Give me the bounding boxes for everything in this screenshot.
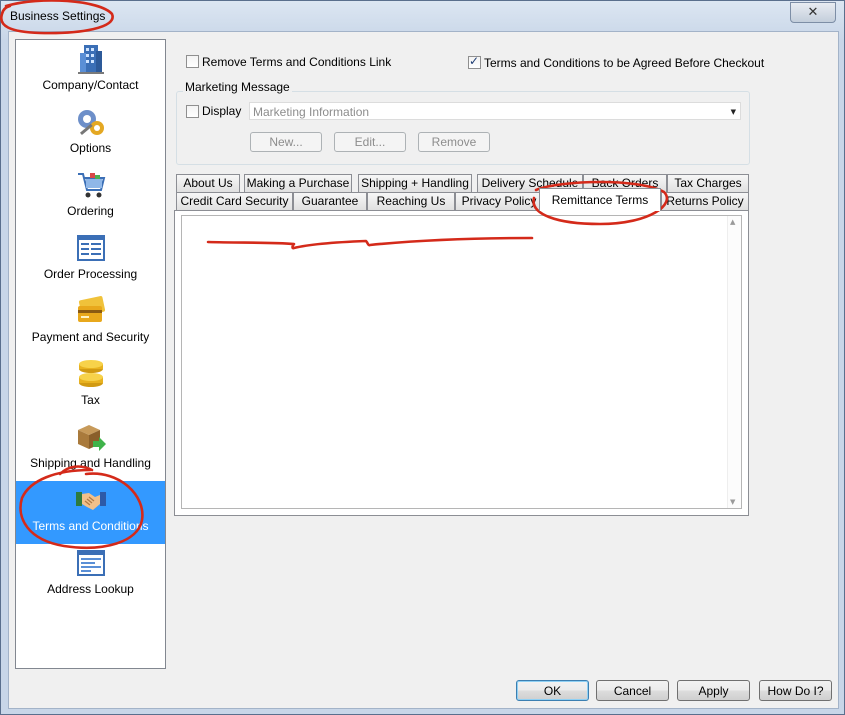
form-icon	[76, 235, 105, 261]
combo-value: Marketing Information	[253, 105, 370, 119]
edit-button[interactable]: Edit...	[334, 132, 406, 152]
sidebar-item-label: Payment and Security	[31, 330, 150, 344]
box-arrow-icon	[77, 425, 106, 451]
tab-guarantee[interactable]: Guarantee	[293, 192, 367, 210]
sidebar-item-terms-conditions[interactable]: Terms and Conditions	[16, 481, 165, 544]
window-title: Business Settings	[10, 9, 106, 23]
scroll-up-icon[interactable]: ▲	[730, 218, 735, 226]
sidebar-item-label: Tax	[81, 393, 100, 407]
sidebar-item-shipping-handling[interactable]: Shipping and Handling	[16, 418, 165, 481]
building-icon	[77, 45, 104, 74]
sidebar-item-label: Shipping and Handling	[30, 456, 151, 470]
display-checkbox[interactable]	[186, 105, 199, 118]
remove-button[interactable]: Remove	[418, 132, 490, 152]
close-button[interactable]: ✕	[790, 2, 836, 23]
tab-shipping-handling[interactable]: Shipping + Handling	[358, 174, 472, 192]
sidebar-item-options[interactable]: Options	[16, 103, 165, 166]
sidebar-item-label: Address Lookup	[47, 582, 134, 596]
tab-tax-charges[interactable]: Tax Charges	[667, 174, 749, 192]
remittance-terms-panel: ▲ ▼	[174, 210, 749, 516]
sidebar-item-label: Company/Contact	[42, 78, 139, 92]
tab-credit-card-security[interactable]: Credit Card Security	[176, 192, 293, 210]
remittance-terms-editor[interactable]: ▲ ▼	[181, 215, 742, 509]
title-bar[interactable]: Business Settings ✕	[1, 1, 844, 31]
remove-link-checkbox[interactable]	[186, 55, 199, 68]
shopping-cart-icon	[77, 173, 105, 198]
how-do-i-button[interactable]: How Do I?	[759, 680, 832, 701]
vertical-scrollbar[interactable]: ▲ ▼	[727, 216, 741, 508]
gears-icon	[77, 110, 104, 136]
coins-icon	[78, 360, 103, 387]
category-sidebar: Company/Contact Options Ordering Order P…	[15, 39, 166, 669]
dialog-body: Company/Contact Options Ordering Order P…	[8, 31, 839, 709]
agree-before-checkout-checkbox[interactable]	[468, 54, 481, 69]
sidebar-item-order-processing[interactable]: Order Processing	[16, 229, 165, 292]
marketing-message-combo[interactable]: Marketing Information ▼	[249, 102, 741, 120]
sidebar-item-tax[interactable]: Tax	[16, 355, 165, 418]
handshake-icon	[75, 492, 106, 510]
dropdown-arrow-icon[interactable]: ▼	[731, 103, 736, 121]
tab-remittance-terms[interactable]: Remittance Terms	[539, 188, 661, 211]
sidebar-item-label: Options	[69, 141, 112, 155]
sidebar-item-label: Terms and Conditions	[32, 519, 149, 533]
sidebar-item-payment-security[interactable]: Payment and Security	[16, 292, 165, 355]
ok-button[interactable]: OK	[516, 680, 589, 701]
tab-making-a-purchase[interactable]: Making a Purchase	[244, 174, 352, 192]
address-form-icon	[76, 550, 105, 576]
tab-privacy-policy[interactable]: Privacy Policy	[455, 192, 543, 210]
sidebar-item-label: Ordering	[67, 204, 114, 218]
agree-before-checkout-label[interactable]: Terms and Conditions to be Agreed Before…	[484, 56, 764, 70]
sidebar-item-label: Order Processing	[43, 267, 138, 281]
tab-reaching-us[interactable]: Reaching Us	[367, 192, 455, 210]
new-button[interactable]: New...	[250, 132, 322, 152]
sidebar-item-ordering[interactable]: Ordering	[16, 166, 165, 229]
marketing-group-title: Marketing Message	[183, 80, 292, 94]
scroll-down-icon[interactable]: ▼	[730, 498, 735, 506]
sidebar-item-company-contact[interactable]: Company/Contact	[16, 40, 165, 103]
credit-card-icon	[77, 296, 105, 322]
remove-link-label[interactable]: Remove Terms and Conditions Link	[202, 55, 391, 69]
tab-returns-policy[interactable]: Returns Policy	[661, 192, 749, 210]
tab-about-us[interactable]: About Us	[176, 174, 240, 192]
sidebar-item-address-lookup[interactable]: Address Lookup	[16, 544, 165, 607]
display-label[interactable]: Display	[202, 104, 241, 118]
apply-button[interactable]: Apply	[677, 680, 750, 701]
business-settings-window: Business Settings ✕ Company/Contact Opti…	[0, 0, 845, 715]
cancel-button[interactable]: Cancel	[596, 680, 669, 701]
